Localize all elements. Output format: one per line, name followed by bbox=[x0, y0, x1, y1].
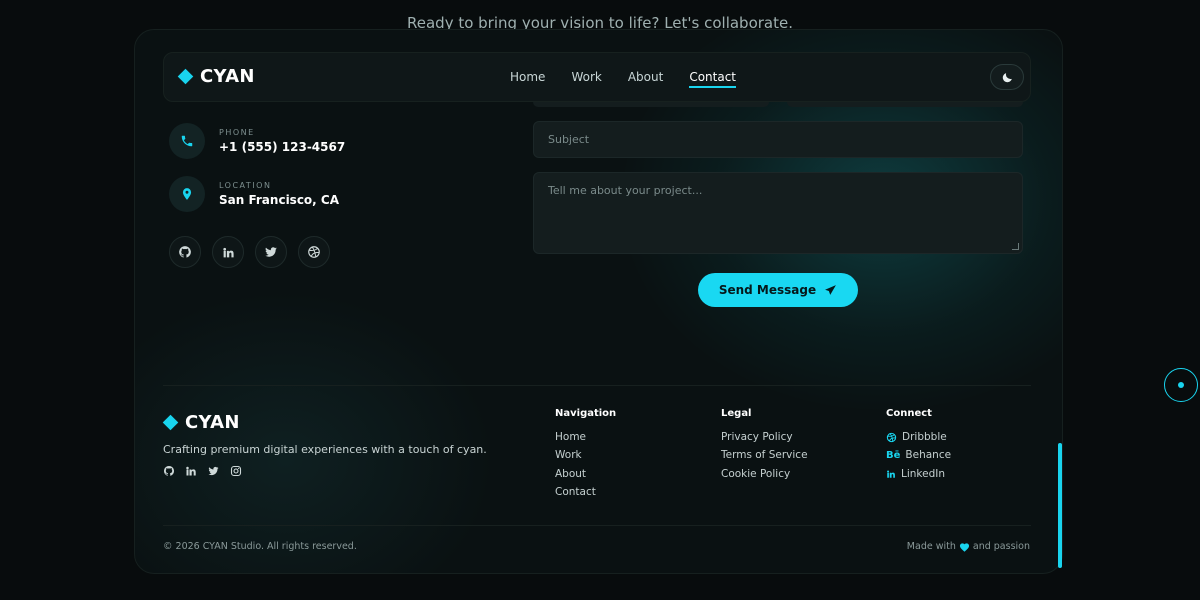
footer-legal-column: Legal Privacy Policy Terms of Service Co… bbox=[721, 408, 808, 483]
subject-placeholder: Subject bbox=[548, 133, 590, 146]
heart-icon bbox=[959, 542, 969, 552]
dribbble-icon bbox=[308, 246, 320, 258]
github-icon[interactable] bbox=[163, 465, 175, 477]
footer-link-dribbble[interactable]: Dribbble bbox=[886, 428, 951, 446]
footer-navigation-title: Navigation bbox=[555, 408, 617, 419]
message-placeholder: Tell me about your project... bbox=[548, 184, 703, 197]
nav-link-work[interactable]: Work bbox=[571, 70, 601, 88]
send-message-button[interactable]: Send Message bbox=[698, 273, 858, 307]
github-link[interactable] bbox=[169, 236, 201, 268]
nav-link-home[interactable]: Home bbox=[510, 70, 545, 88]
cursor-dot bbox=[1178, 382, 1184, 388]
dribbble-label: Dribbble bbox=[902, 431, 947, 444]
footer-link-contact[interactable]: Contact bbox=[555, 483, 616, 501]
twitter-icon bbox=[265, 247, 277, 257]
dribbble-icon bbox=[886, 432, 897, 442]
phone-icon bbox=[169, 123, 205, 159]
moon-icon bbox=[1002, 72, 1012, 82]
scroll-progress-indicator bbox=[1058, 443, 1062, 568]
footer-link-linkedin[interactable]: LinkedIn bbox=[886, 465, 951, 483]
linkedin-icon[interactable] bbox=[185, 465, 197, 477]
footer-link-about[interactable]: About bbox=[555, 465, 616, 483]
footer-divider-top bbox=[163, 385, 1031, 386]
location-label: LOCATION bbox=[219, 181, 272, 190]
linkedin-link[interactable] bbox=[212, 236, 244, 268]
footer-brand-logo[interactable]: CYAN bbox=[162, 412, 240, 433]
brand-logo[interactable]: CYAN bbox=[176, 66, 255, 87]
custom-cursor bbox=[1164, 368, 1198, 402]
navbar: CYAN Home Work About Contact bbox=[163, 52, 1031, 102]
footer-tagline: Crafting premium digital experiences wit… bbox=[163, 443, 487, 456]
github-icon bbox=[179, 246, 191, 258]
footer-link-cookie[interactable]: Cookie Policy bbox=[721, 465, 808, 483]
contact-location: LOCATION San Francisco, CA bbox=[169, 176, 339, 212]
footer-navigation-column: Navigation Home Work About Contact bbox=[555, 408, 616, 501]
linkedin-icon bbox=[222, 247, 234, 257]
footer-divider-bottom bbox=[163, 525, 1031, 526]
brand-name: CYAN bbox=[200, 66, 255, 87]
contact-socials bbox=[169, 236, 330, 268]
footer-link-work[interactable]: Work bbox=[555, 446, 616, 464]
twitter-link[interactable] bbox=[255, 236, 287, 268]
location-pin-icon bbox=[169, 176, 205, 212]
theme-toggle-button[interactable] bbox=[990, 64, 1024, 90]
copyright-text: © 2026 CYAN Studio. All rights reserved. bbox=[163, 541, 357, 552]
subject-input[interactable]: Subject bbox=[533, 121, 1023, 158]
contact-page-frame: CYAN Home Work About Contact PHONE +1 (5… bbox=[134, 29, 1063, 574]
footer-link-privacy[interactable]: Privacy Policy bbox=[721, 428, 808, 446]
footer-link-terms[interactable]: Terms of Service bbox=[721, 446, 808, 464]
instagram-icon[interactable] bbox=[230, 465, 242, 477]
footer-link-behance[interactable]: Bē Behance bbox=[886, 446, 951, 464]
footer-connect-column: Connect Dribbble Bē Behance LinkedIn bbox=[886, 408, 951, 483]
made-with-suffix: and passion bbox=[972, 541, 1030, 552]
contact-phone: PHONE +1 (555) 123-4567 bbox=[169, 123, 345, 159]
footer-link-home[interactable]: Home bbox=[555, 428, 616, 446]
footer-connect-title: Connect bbox=[886, 408, 932, 419]
footer-socials bbox=[163, 465, 242, 477]
behance-label: Behance bbox=[905, 449, 952, 462]
made-with-text: Made with and passion bbox=[907, 541, 1030, 552]
phone-label: PHONE bbox=[219, 128, 255, 137]
diamond-icon bbox=[177, 68, 194, 85]
nav-link-about[interactable]: About bbox=[628, 70, 663, 88]
linkedin-icon bbox=[887, 470, 895, 478]
resize-handle[interactable] bbox=[1012, 243, 1019, 250]
nav-links: Home Work About Contact bbox=[510, 70, 736, 88]
behance-icon: Bē bbox=[886, 449, 901, 461]
location-value: San Francisco, CA bbox=[219, 193, 340, 207]
send-message-label: Send Message bbox=[718, 283, 817, 297]
nav-link-contact[interactable]: Contact bbox=[689, 70, 736, 88]
footer-brand-name: CYAN bbox=[185, 412, 240, 433]
message-textarea[interactable]: Tell me about your project... bbox=[533, 172, 1023, 254]
dribbble-link[interactable] bbox=[298, 236, 330, 268]
phone-value: +1 (555) 123-4567 bbox=[219, 140, 346, 154]
linkedin-label: LinkedIn bbox=[901, 467, 946, 480]
made-with-prefix: Made with bbox=[906, 541, 956, 552]
twitter-icon[interactable] bbox=[207, 465, 220, 477]
footer-legal-title: Legal bbox=[721, 408, 752, 419]
diamond-icon bbox=[162, 414, 179, 431]
paper-plane-icon bbox=[825, 284, 837, 295]
